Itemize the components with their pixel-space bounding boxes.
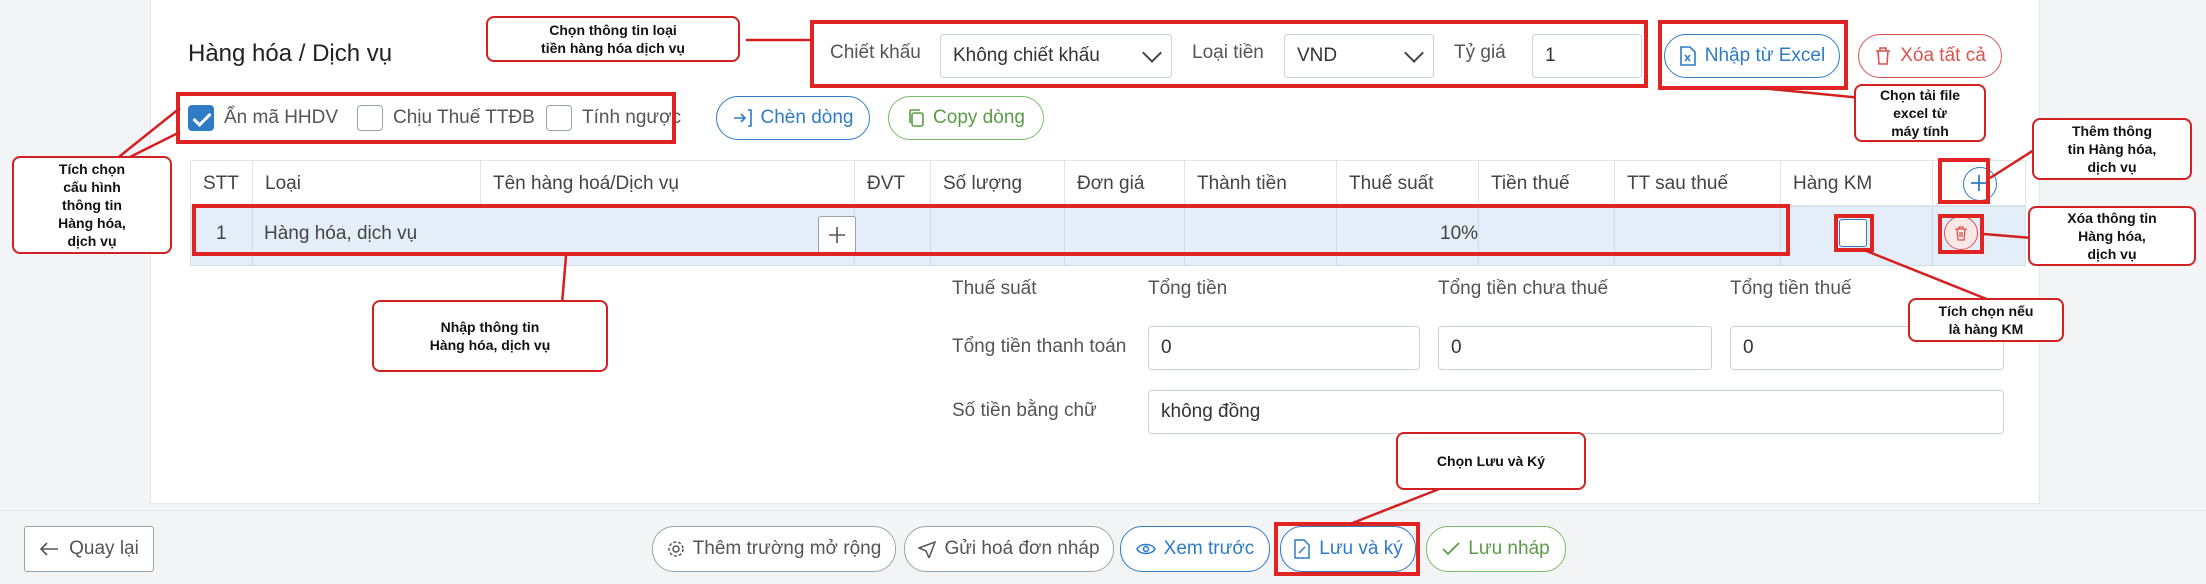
insert-row-icon: [733, 109, 752, 127]
callout-delete-item: Xóa thông tin Hàng hóa, dịch vụ: [2028, 206, 2196, 266]
delete-all-button[interactable]: Xóa tất cả: [1858, 34, 2002, 78]
delete-all-label: Xóa tất cả: [1900, 45, 1986, 66]
trash-icon: [1876, 47, 1891, 65]
insert-row-button[interactable]: Chèn dòng: [716, 96, 870, 140]
send-draft-label: Gửi hoá đơn nháp: [944, 538, 1100, 559]
save-sign-highlight-box: [1274, 522, 1420, 576]
extra-fields-button[interactable]: Thêm trường mở rộng: [652, 526, 896, 572]
summary-payment-label: Tổng tiền thanh toán: [952, 336, 1127, 357]
row-divider: [1932, 206, 1933, 266]
save-draft-button[interactable]: Lưu nháp: [1426, 526, 1566, 572]
callout-enter-item: Nhập thông tin Hàng hóa, dịch vụ: [372, 300, 608, 372]
promo-highlight-box: [1834, 214, 1874, 252]
in-words-label: Số tiền bằng chữ: [952, 400, 1097, 421]
col-after-tax: TT sau thuế: [1615, 161, 1781, 207]
preview-label: Xem trước: [1163, 538, 1255, 559]
col-unit: ĐVT: [855, 161, 931, 207]
col-promo: Hàng KM: [1781, 161, 1933, 207]
check-icon: [1442, 542, 1460, 556]
col-amount: Thành tiền: [1185, 161, 1337, 207]
copy-row-button[interactable]: Copy dòng: [888, 96, 1044, 140]
back-button[interactable]: Quay lại: [24, 526, 154, 572]
copy-row-label: Copy dòng: [933, 107, 1025, 128]
col-name: Tên hàng hoá/Dịch vụ: [481, 161, 855, 207]
items-table-header: STT Loại Tên hàng hoá/Dịch vụ ĐVT Số lượ…: [190, 160, 2026, 207]
col-tax: Tiền thuế: [1479, 161, 1615, 207]
callout-promo: Tích chọn nếu là hàng KM: [1908, 298, 2064, 342]
callout-currency-info: Chọn thông tin loại tiền hàng hóa dịch v…: [486, 16, 740, 62]
gear-icon: [667, 541, 684, 557]
callout-add-item: Thêm thông tin Hàng hóa, dịch vụ: [2032, 118, 2192, 180]
insert-row-label: Chèn dòng: [760, 107, 854, 128]
back-label: Quay lại: [69, 538, 139, 559]
summary-total-label: Tổng tiền: [1148, 278, 1228, 299]
excel-highlight-box: [1658, 20, 1848, 90]
summary-tax-total-label: Tổng tiền thuế: [1730, 278, 1852, 299]
arrow-left-icon: [40, 542, 59, 556]
copy-icon: [909, 109, 924, 127]
in-words-field[interactable]: không đồng: [1148, 390, 2004, 434]
row-highlight-box: [192, 204, 1790, 256]
callout-config: Tích chọn cấu hình thông tin Hàng hóa, d…: [12, 156, 172, 254]
col-stt: STT: [191, 161, 253, 207]
section-title: Hàng hóa / Dịch vụ: [188, 40, 393, 67]
col-type: Loại: [253, 161, 481, 207]
save-draft-label: Lưu nháp: [1468, 538, 1550, 559]
callout-excel: Chọn tải file excel từ máy tính: [1854, 84, 1986, 142]
preview-button[interactable]: Xem trước: [1120, 526, 1270, 572]
summary-pre-tax-label: Tổng tiền chưa thuế: [1438, 278, 1609, 299]
pre-tax-total-field[interactable]: 0: [1438, 326, 1712, 370]
callout-save-sign: Chọn Lưu và Ký: [1396, 432, 1586, 490]
eye-icon: [1135, 543, 1156, 555]
extra-fields-label: Thêm trường mở rộng: [692, 538, 882, 559]
send-icon: [918, 540, 937, 558]
delete-highlight-box: [1938, 214, 1984, 254]
payment-total-field[interactable]: 0: [1148, 326, 1420, 370]
add-highlight-box: [1938, 158, 1990, 204]
col-price: Đơn giá: [1065, 161, 1185, 207]
col-qty: Số lượng: [931, 161, 1065, 207]
options-highlight-box: [176, 92, 676, 144]
currency-highlight-box: [810, 20, 1648, 88]
send-draft-button[interactable]: Gửi hoá đơn nháp: [904, 526, 1114, 572]
col-tax-rate: Thuế suất: [1337, 161, 1479, 207]
summary-tax-rate-label: Thuế suất: [952, 278, 1037, 299]
